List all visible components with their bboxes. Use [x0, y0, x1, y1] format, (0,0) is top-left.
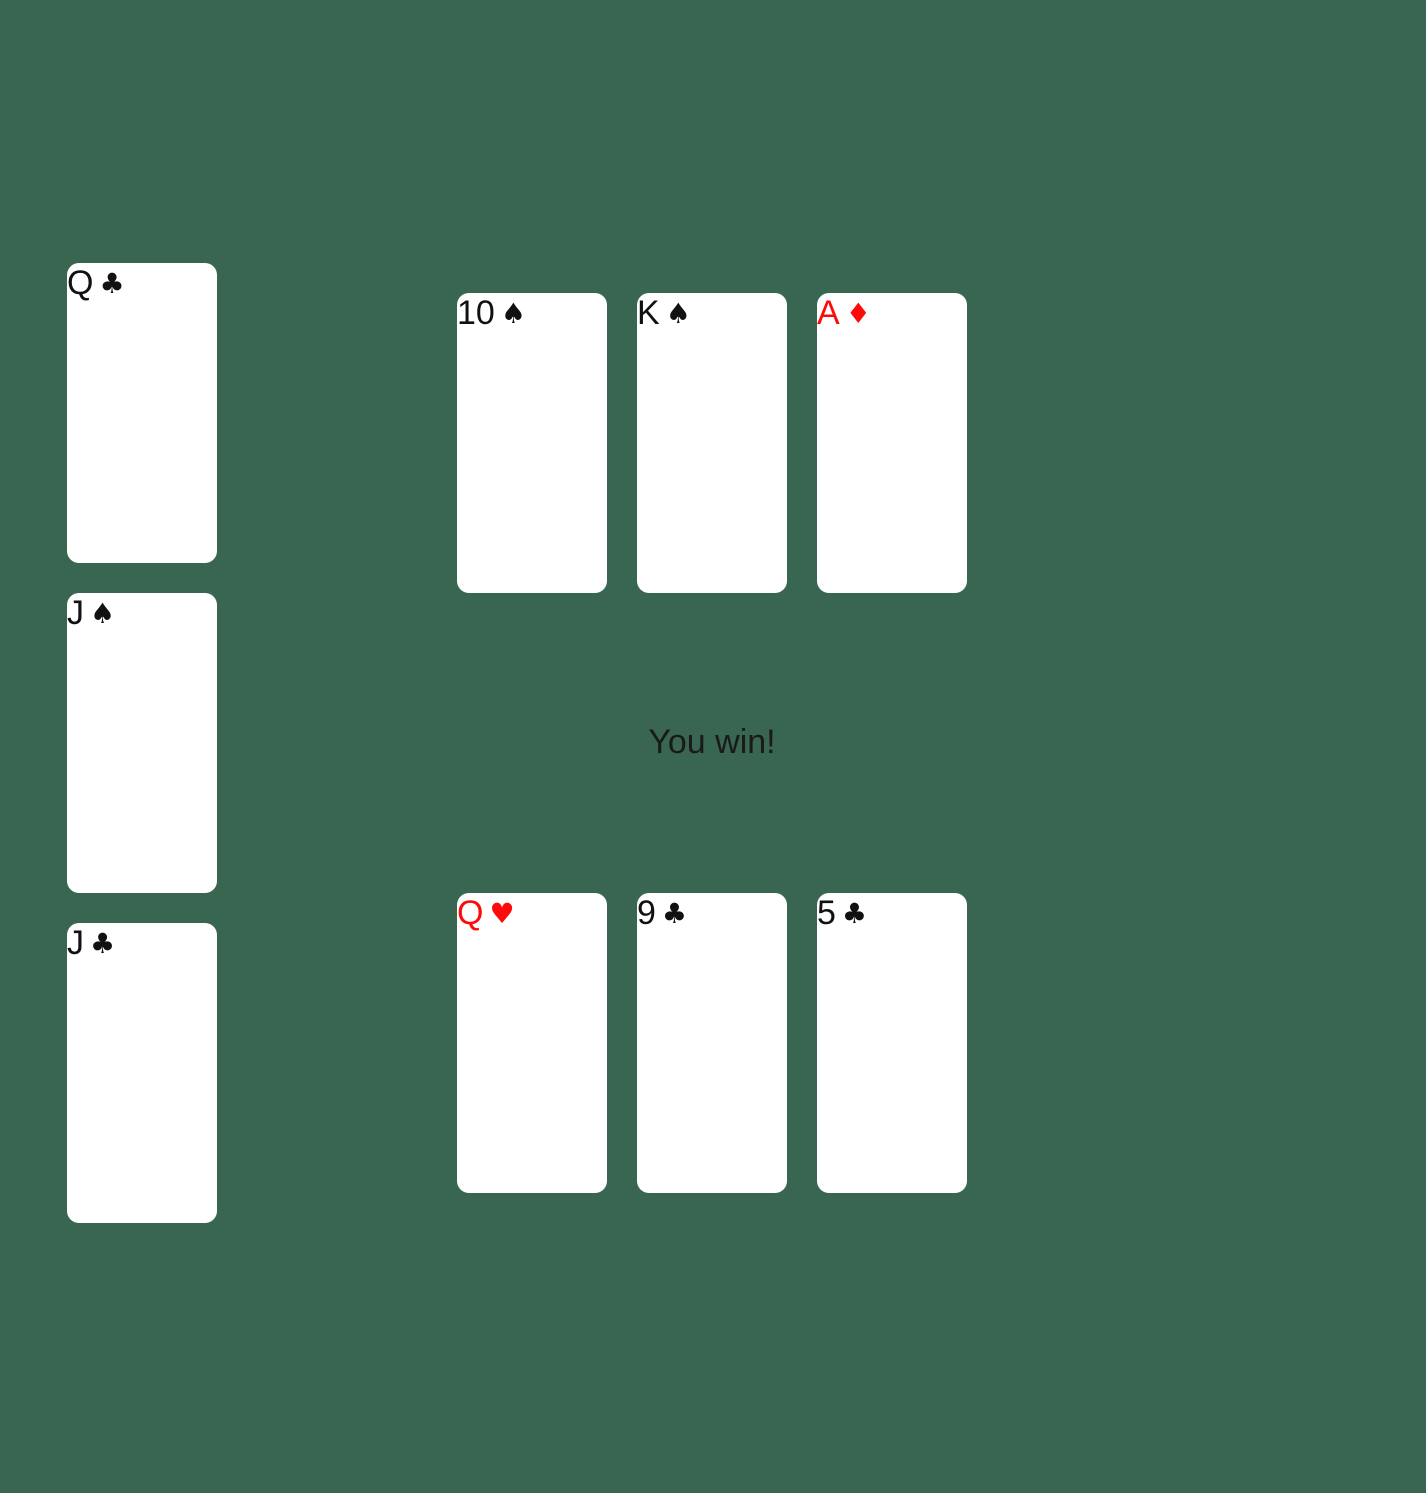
- game-status-message: You win!: [648, 723, 776, 761]
- club-icon: ♣: [99, 267, 125, 300]
- spade-icon: ♠: [665, 297, 691, 330]
- card-rank: A: [817, 294, 840, 332]
- card-rank: J: [67, 594, 84, 632]
- card-rank: 9: [637, 894, 656, 932]
- side-card-1[interactable]: Q ♣: [67, 263, 217, 563]
- side-card-2[interactable]: J ♠: [67, 593, 217, 893]
- card-label: J ♠: [67, 594, 115, 634]
- club-icon: ♣: [661, 897, 688, 930]
- card-label: 5 ♣: [817, 894, 867, 934]
- card-label: 10 ♠: [457, 294, 526, 334]
- bottom-card-2[interactable]: 9 ♣: [637, 893, 787, 1193]
- card-rank: Q: [457, 894, 484, 932]
- card-rank: J: [67, 924, 84, 962]
- card-label: J ♣: [67, 924, 115, 964]
- club-icon: ♣: [90, 927, 116, 960]
- card-rank: Q: [67, 264, 94, 302]
- card-label: A ♦: [817, 294, 871, 334]
- card-rank: 10: [457, 294, 495, 332]
- top-card-2[interactable]: K ♠: [637, 293, 787, 593]
- top-card-3[interactable]: A ♦: [817, 293, 967, 593]
- card-label: Q ♣: [67, 264, 125, 304]
- heart-icon: ♥: [489, 897, 515, 930]
- card-rank: 5: [817, 894, 836, 932]
- card-label: Q ♥: [457, 894, 515, 934]
- spade-icon: ♠: [500, 297, 526, 330]
- spade-icon: ♠: [90, 597, 116, 630]
- card-label: 9 ♣: [637, 894, 687, 934]
- diamond-icon: ♦: [845, 297, 871, 330]
- card-label: K ♠: [637, 294, 691, 334]
- club-icon: ♣: [841, 897, 868, 930]
- bottom-card-3[interactable]: 5 ♣: [817, 893, 967, 1193]
- top-card-1[interactable]: 10 ♠: [457, 293, 607, 593]
- bottom-card-1[interactable]: Q ♥: [457, 893, 607, 1193]
- side-card-3[interactable]: J ♣: [67, 923, 217, 1223]
- card-rank: K: [637, 294, 660, 332]
